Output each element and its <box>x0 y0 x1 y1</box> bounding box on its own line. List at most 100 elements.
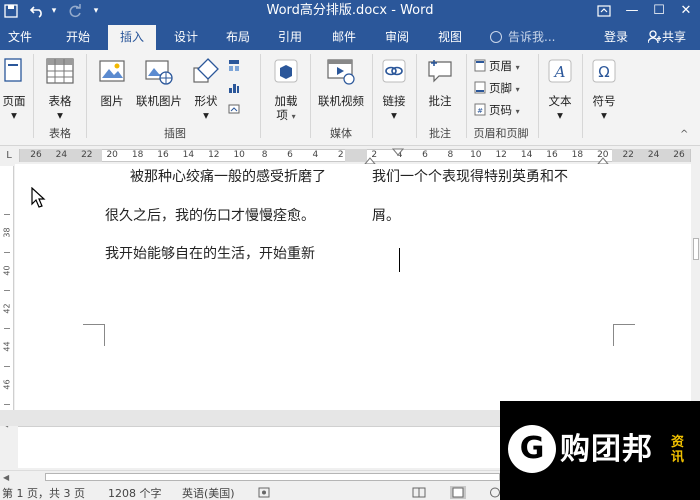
tab-selector[interactable]: L <box>0 147 18 164</box>
ruler-number: 24 <box>55 150 68 160</box>
vertical-scrollbar[interactable] <box>691 164 700 410</box>
close-button[interactable]: ✕ <box>672 0 700 22</box>
addins-button[interactable]: 加载 项 ▾ <box>266 54 306 124</box>
group-divider <box>466 54 467 138</box>
redo-icon[interactable] <box>64 0 86 22</box>
lightbulb-icon <box>490 31 502 43</box>
tab-home[interactable]: 开始 <box>58 22 98 50</box>
ruler-number: 14 <box>182 150 195 160</box>
footer-label: 页脚 <box>489 81 512 95</box>
tab-review[interactable]: 审阅 <box>377 22 417 50</box>
tab-insert[interactable]: 插入 <box>108 25 156 50</box>
word-count-status[interactable]: 1208 个字 <box>108 487 162 500</box>
read-mode-icon[interactable] <box>412 487 426 498</box>
customize-toolbar-icon[interactable]: ▾ <box>90 0 102 22</box>
ruler-number: 10 <box>470 150 482 160</box>
scroll-left-arrow-icon[interactable]: ◀ <box>3 473 9 482</box>
first-line-indent-icon[interactable] <box>392 148 404 156</box>
footer-button[interactable]: 页脚 ▾ <box>474 78 520 98</box>
group-label-illustrations: 插图 <box>164 127 186 140</box>
ruler-number: 6 <box>287 150 293 160</box>
group-divider <box>260 54 261 138</box>
sign-in-link[interactable]: 登录 <box>604 22 628 50</box>
text-line-2-left[interactable]: 很久之后，我的伤口才慢慢痊愈。 <box>105 205 315 225</box>
group-label-tables: 表格 <box>49 127 71 140</box>
page-corner-mark-right <box>613 324 635 346</box>
save-icon[interactable] <box>0 0 22 22</box>
footer-icon <box>474 81 486 94</box>
symbols-label: 符号 <box>592 94 616 108</box>
vertical-scroll-thumb[interactable] <box>693 238 699 260</box>
shapes-icon <box>193 58 219 83</box>
addins-label-line2-text: 项 <box>276 108 288 122</box>
ruler-number: 24 <box>647 150 660 160</box>
print-layout-icon[interactable] <box>450 486 466 499</box>
symbols-button[interactable]: Ω 符号 ▾ <box>586 54 622 124</box>
text-line-1-left[interactable]: 被那种心绞痛一般的感受折磨了 <box>130 166 326 186</box>
group-label-media: 媒体 <box>330 127 352 140</box>
undo-icon[interactable] <box>26 0 48 22</box>
tab-layout[interactable]: 布局 <box>218 22 258 50</box>
tab-file[interactable]: 文件 <box>0 22 40 50</box>
vertical-ruler-tick <box>4 290 10 291</box>
vertical-ruler-tick <box>4 214 10 215</box>
tab-mailings[interactable]: 邮件 <box>324 22 364 50</box>
collapse-ribbon-icon[interactable]: ^ <box>680 130 692 140</box>
tab-view[interactable]: 视图 <box>430 22 470 50</box>
picture-button[interactable]: 图片 <box>92 54 132 124</box>
maximize-button[interactable]: ☐ <box>645 0 673 22</box>
vertical-ruler-tick <box>4 366 10 367</box>
online-video-label: 联机视频 <box>318 94 364 108</box>
shapes-button[interactable]: 形状 ▾ <box>188 54 224 124</box>
text-line-2-right[interactable]: 屑。 <box>372 205 400 225</box>
online-picture-button[interactable]: 联机图片 <box>132 54 186 124</box>
text-button[interactable]: A 文本 ▾ <box>542 54 578 124</box>
text-line-3-left[interactable]: 我开始能够自在的生活，开始重新 <box>105 243 315 263</box>
horizontal-scroll-thumb[interactable] <box>45 473 500 481</box>
title-bar: ▾ ▾ Word高分排版.docx - Word — ☐ ✕ <box>0 0 700 22</box>
ruler-number: 18 <box>571 150 584 160</box>
tab-design[interactable]: 设计 <box>166 22 206 50</box>
language-status[interactable]: 英语(美国) <box>182 487 235 500</box>
text-box-icon: A <box>548 59 572 83</box>
document-page[interactable] <box>15 164 691 410</box>
ruler-number: 2 <box>337 150 344 160</box>
tell-me-search[interactable]: 告诉我... <box>508 22 555 50</box>
watermark-logo: G <box>519 431 545 466</box>
horizontal-ruler[interactable]: L 26 24 22 20 18 16 14 12 10 8 6 4 2 2 4 6 8 10 12 14 16 18 20… <box>0 147 700 165</box>
share-button[interactable]: 共享 <box>662 22 686 50</box>
text-caret: ▾ <box>557 108 563 122</box>
table-caret: ▾ <box>57 108 63 122</box>
comment-icon <box>428 60 452 83</box>
pages-button[interactable]: 页面 ▾ <box>0 54 28 124</box>
header-button[interactable]: 页眉 ▾ <box>474 56 520 76</box>
vertical-ruler[interactable]: 384042444648 <box>0 166 14 428</box>
vertical-ruler-tick <box>4 252 10 253</box>
ruler-number: 14 <box>520 150 533 160</box>
group-divider <box>86 54 87 138</box>
ruler-number: 26 <box>673 150 685 160</box>
share-person-icon <box>648 30 661 43</box>
page-number-icon: # <box>474 103 486 116</box>
chart-button[interactable] <box>228 78 243 98</box>
ribbon-display-options-icon[interactable] <box>590 0 618 22</box>
footer-caret: ▾ <box>515 85 520 94</box>
group-label-header-footer: 页眉和页脚 <box>473 127 529 140</box>
links-button[interactable]: 链接 ▾ <box>376 54 412 124</box>
page-number-button[interactable]: # 页码 ▾ <box>474 100 520 120</box>
watermark-side-text: 资讯 <box>671 435 685 465</box>
tab-references[interactable]: 引用 <box>270 22 310 50</box>
comment-button[interactable]: 批注 <box>420 54 460 124</box>
undo-dropdown-icon[interactable]: ▾ <box>48 0 60 22</box>
macro-record-icon[interactable] <box>258 487 270 498</box>
screenshot-button[interactable] <box>228 100 243 120</box>
ruler-number: 12 <box>208 150 220 160</box>
store-icon <box>274 59 298 83</box>
table-button[interactable]: 表格 ▾ <box>40 54 80 124</box>
text-line-1-right[interactable]: 我们一个个表现得特别英勇和不 <box>372 166 568 186</box>
page-count-status[interactable]: 第 1 页，共 3 页 <box>2 487 85 500</box>
smartart-button[interactable] <box>228 56 243 76</box>
online-video-button[interactable]: 联机视频 <box>314 54 368 124</box>
minimize-button[interactable]: — <box>618 0 646 22</box>
group-divider <box>33 54 34 138</box>
